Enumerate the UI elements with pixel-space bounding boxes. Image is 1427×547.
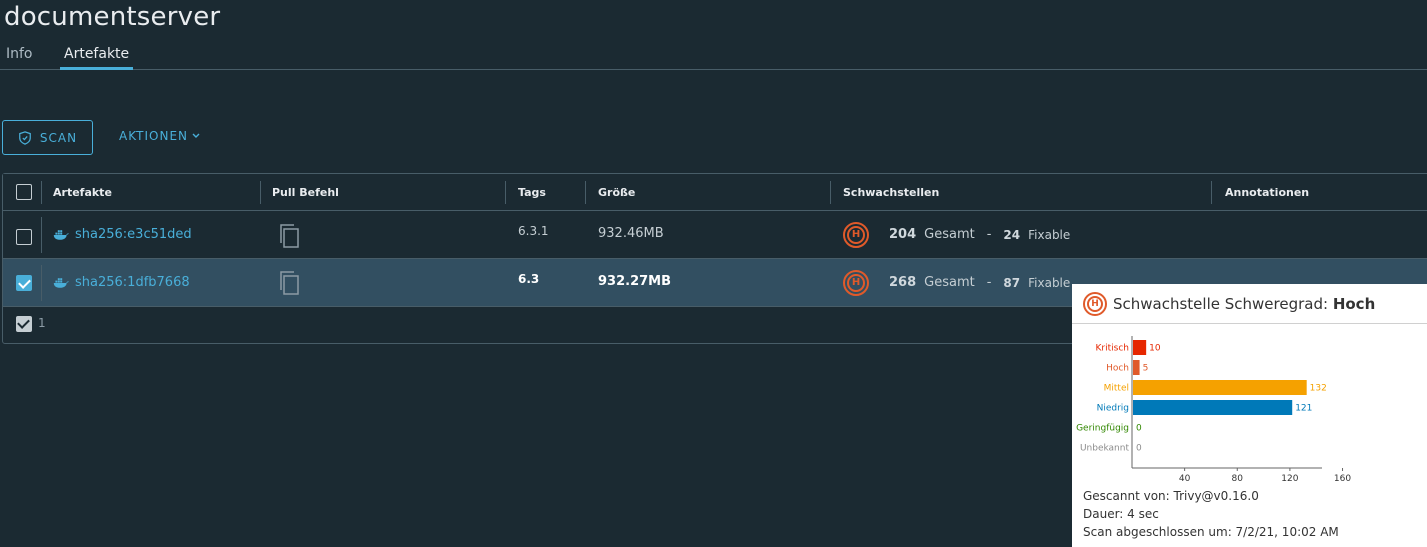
popover-badge-letter: H [1087, 295, 1103, 312]
severity-high-badge[interactable]: H [843, 270, 869, 296]
digest-text: sha256:1dfb7668 [75, 275, 190, 290]
chart-category-label: Niedrig [1097, 404, 1129, 414]
artifact-digest-link[interactable]: sha256:e3c51ded [53, 211, 192, 259]
chart-value-label: 121 [1295, 404, 1312, 414]
chart-category-label: Mittel [1104, 384, 1129, 394]
col-header-artefakte[interactable]: Artefakte [41, 174, 112, 211]
severity-popover: H Schwachstelle Schweregrad: Hoch Kritis… [1072, 284, 1427, 547]
vuln-total-label: Gesamt [924, 275, 975, 290]
size-value: 932.46MB [598, 226, 664, 241]
scan-button[interactable]: SCAN [2, 120, 93, 155]
docker-icon [53, 278, 69, 288]
popover-title-value: Hoch [1332, 294, 1376, 313]
vuln-total: 204 [889, 227, 917, 242]
vuln-fixable: 87 [1003, 276, 1021, 290]
chart-value-label: 132 [1310, 384, 1327, 394]
chart-bar [1133, 380, 1307, 395]
aktionen-label: AKTIONEN [119, 129, 188, 143]
tab-bar: Info Artefakte [0, 44, 1427, 70]
digest-text: sha256:e3c51ded [75, 227, 192, 242]
table-row[interactable]: sha256:e3c51ded 6.3.1 932.46MB H 204 Ges… [3, 211, 1427, 259]
chevron-down-icon [192, 133, 200, 138]
scan-duration: Dauer: 4 sec [1083, 507, 1159, 521]
separator: - [986, 275, 992, 290]
select-all-checkbox[interactable] [16, 184, 32, 200]
vuln-fixable: 24 [1003, 228, 1021, 242]
chart-value-label: 0 [1136, 444, 1142, 454]
chart-bar [1133, 400, 1293, 415]
row-checkbox[interactable] [16, 229, 32, 245]
vuln-fixable-label: Fixable [1028, 276, 1071, 290]
chart-value-label: 5 [1143, 364, 1149, 374]
datagrid-header: Artefakte Pull Befehl Tags Größe Schwach… [3, 174, 1427, 211]
vulnerability-summary[interactable]: H 204 Gesamt - 24 Fixable [843, 211, 1070, 259]
scan-metadata: Gescannt von: Trivy@v0.16.0 Dauer: 4 sec… [1083, 487, 1339, 541]
scan-label: SCAN [39, 130, 78, 145]
page-title: documentserver [4, 2, 221, 32]
row-checkbox[interactable] [16, 275, 32, 291]
chart-tick-label: 40 [1179, 474, 1191, 482]
vuln-total-label: Gesamt [924, 227, 975, 242]
chart-category-label: Geringfügig [1076, 424, 1129, 434]
popover-title: Schwachstelle Schweregrad: Hoch [1113, 295, 1375, 313]
col-header-schwachstellen[interactable]: Schwachstellen [831, 174, 939, 211]
severity-letter: H [847, 274, 865, 292]
col-header-tags[interactable]: Tags [506, 174, 546, 211]
severity-high-badge: H [1083, 291, 1107, 316]
chart-category-label: Hoch [1106, 364, 1129, 374]
chart-bar [1133, 360, 1140, 375]
footer-item-count: 1 [38, 316, 46, 330]
vuln-fixable-label: Fixable [1028, 228, 1071, 242]
chart-value-label: 0 [1136, 424, 1142, 434]
chart-tick-label: 80 [1232, 474, 1244, 482]
copy-icon[interactable] [278, 270, 300, 296]
artifact-digest-link[interactable]: sha256:1dfb7668 [53, 259, 190, 307]
chart-category-label: Unbekannt [1080, 444, 1130, 454]
chart-category-label: Kritisch [1096, 344, 1129, 354]
scanned-by: Gescannt von: Trivy@v0.16.0 [1083, 489, 1259, 503]
chart-tick-label: 160 [1334, 474, 1351, 482]
vulnerability-summary[interactable]: H 268 Gesamt - 87 Fixable [843, 259, 1070, 307]
separator: - [986, 227, 992, 242]
scan-completed: Scan abgeschlossen um: 7/2/21, 10:02 AM [1083, 525, 1339, 539]
aktionen-dropdown[interactable]: AKTIONEN [119, 129, 200, 143]
shield-icon [19, 130, 31, 145]
footer-selection-checkbox[interactable] [16, 316, 32, 332]
popover-title-prefix: Schwachstelle Schweregrad: [1113, 294, 1329, 313]
size-value: 932.27MB [598, 274, 672, 289]
col-header-groesse[interactable]: Größe [586, 174, 635, 211]
severity-high-badge[interactable]: H [843, 222, 869, 248]
docker-icon [53, 230, 69, 240]
tab-artefakte[interactable]: Artefakte [60, 44, 134, 70]
tag-value: 6.3 [518, 272, 540, 286]
chart-tick-label: 120 [1281, 474, 1298, 482]
severity-letter: H [847, 226, 865, 244]
col-header-annotationen[interactable]: Annotationen [1213, 174, 1309, 211]
popover-header: H Schwachstelle Schweregrad: Hoch [1072, 284, 1427, 324]
chart-bar [1133, 340, 1147, 355]
vuln-total: 268 [889, 275, 917, 290]
tag-value: 6.3.1 [518, 224, 549, 238]
chart-value-label: 10 [1149, 344, 1161, 354]
severity-bar-chart: Kritisch 10 Hoch 5 Mittel 132 Niedrig 121 Gering… [1076, 336, 1351, 482]
copy-icon[interactable] [278, 223, 300, 249]
col-header-pull-befehl[interactable]: Pull Befehl [260, 174, 339, 211]
tab-info[interactable]: Info [6, 44, 33, 70]
